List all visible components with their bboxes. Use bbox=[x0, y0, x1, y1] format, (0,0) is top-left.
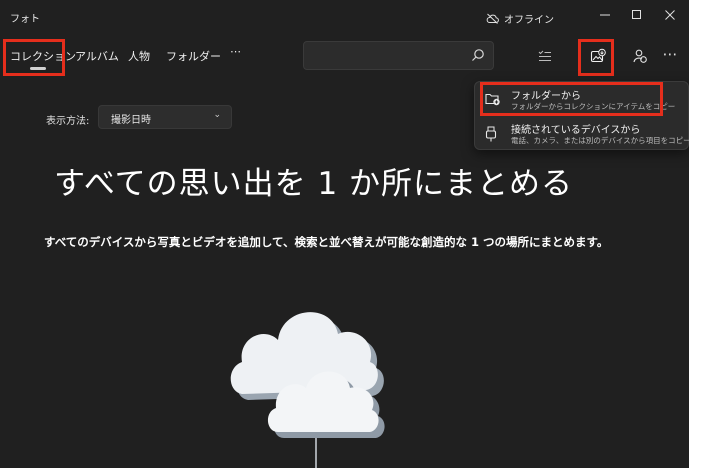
menu-item-description: 電話、カメラ、または別のデバイスから項目をコピーする bbox=[511, 136, 689, 145]
selected-tab-indicator bbox=[30, 67, 46, 70]
checklist-icon bbox=[538, 50, 551, 61]
chevron-down-icon: ⌄ bbox=[213, 110, 221, 120]
person-add-icon bbox=[633, 49, 647, 63]
more-options-button[interactable]: ⋯ bbox=[658, 42, 682, 66]
close-icon bbox=[665, 10, 675, 20]
hero-subtitle: すべてのデバイスから写真とビデオを追加して、検索と並べ替えが可能な創造的な 1 … bbox=[44, 235, 609, 249]
tab-collection[interactable]: コレクション bbox=[10, 48, 76, 64]
photos-app-window: フォト オフライン コレクション アルバム 人物 フォルダー ⋯ ⋯ 表示方法:… bbox=[0, 0, 689, 468]
hero-title: すべての思い出を 1 か所にまとめる bbox=[54, 166, 574, 202]
usb-device-icon bbox=[485, 126, 497, 142]
sort-value: 撮影日時 bbox=[111, 115, 151, 126]
maximize-button[interactable] bbox=[622, 4, 652, 26]
sort-label: 表示方法: bbox=[46, 116, 90, 127]
cloud-illustration bbox=[230, 312, 385, 468]
folder-add-icon bbox=[485, 93, 500, 106]
search-input[interactable] bbox=[303, 41, 494, 70]
tab-more-button[interactable]: ⋯ bbox=[230, 45, 241, 58]
app-title: フォト bbox=[10, 14, 40, 25]
select-button[interactable] bbox=[533, 44, 557, 68]
search-icon[interactable] bbox=[471, 48, 485, 62]
menu-item-title: 接続されているデバイスから bbox=[511, 125, 641, 136]
minimize-icon bbox=[600, 14, 610, 16]
minimize-button[interactable] bbox=[590, 4, 620, 26]
menu-item-from-folder[interactable]: フォルダーから フォルダーからコレクションにアイテムをコピー bbox=[475, 84, 688, 116]
close-button[interactable] bbox=[655, 4, 685, 26]
maximize-icon bbox=[632, 10, 641, 19]
sort-dropdown[interactable]: 撮影日時 ⌄ bbox=[98, 105, 232, 129]
offline-label: オフライン bbox=[504, 15, 554, 26]
nav-bar: コレクション アルバム 人物 フォルダー ⋯ ⋯ bbox=[0, 34, 689, 82]
cloud-offline-icon bbox=[486, 13, 499, 24]
import-button[interactable] bbox=[586, 44, 610, 68]
import-menu: フォルダーから フォルダーからコレクションにアイテムをコピー 接続されているデバ… bbox=[474, 81, 689, 150]
tab-folders[interactable]: フォルダー bbox=[166, 48, 221, 64]
menu-item-title: フォルダーから bbox=[511, 91, 581, 102]
menu-item-from-device[interactable]: 接続されているデバイスから 電話、カメラ、または別のデバイスから項目をコピーする bbox=[475, 118, 689, 150]
offline-status[interactable]: オフライン bbox=[486, 11, 554, 26]
import-photo-icon bbox=[590, 48, 606, 63]
tab-people[interactable]: 人物 bbox=[128, 48, 150, 64]
title-bar: フォト オフライン bbox=[0, 0, 689, 34]
menu-item-description: フォルダーからコレクションにアイテムをコピー bbox=[511, 102, 676, 111]
tab-albums[interactable]: アルバム bbox=[75, 48, 119, 64]
people-settings-button[interactable] bbox=[628, 44, 652, 68]
